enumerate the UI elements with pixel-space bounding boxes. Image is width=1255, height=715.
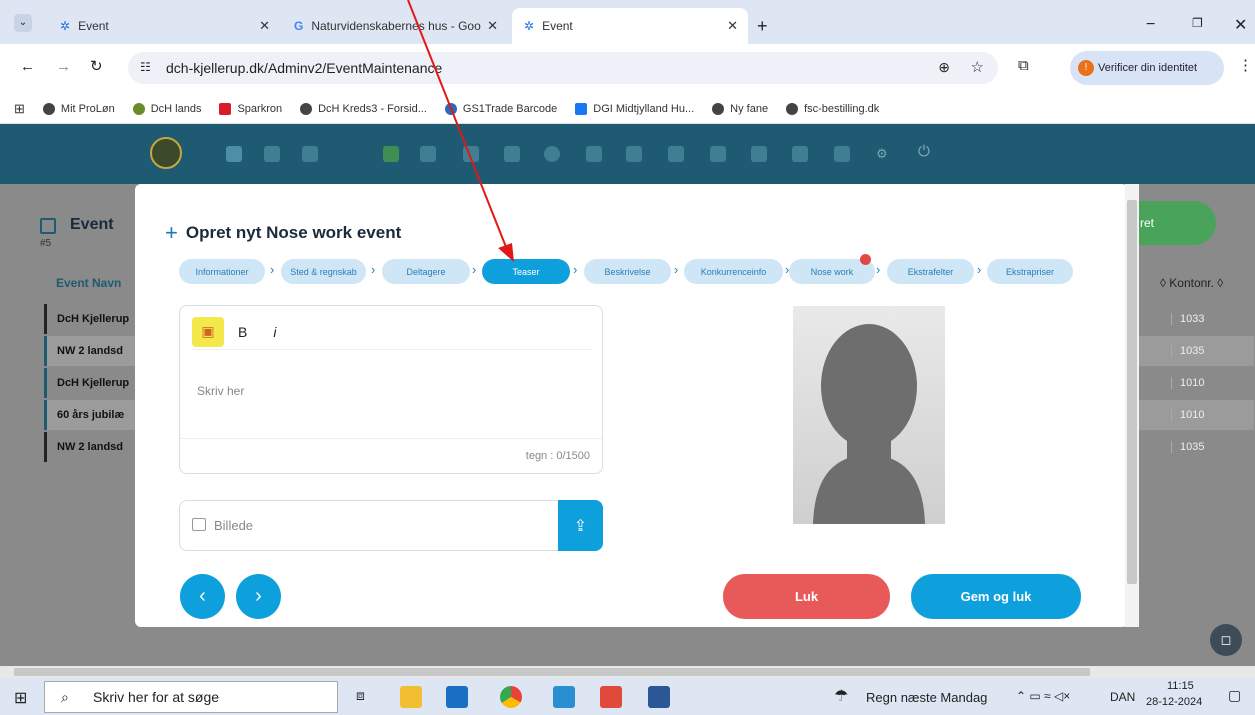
- weather-icon: ☂: [834, 688, 849, 705]
- app-icon[interactable]: [553, 686, 575, 708]
- windows-start-icon[interactable]: ⊞: [14, 688, 27, 708]
- file-explorer-icon[interactable]: [400, 686, 422, 708]
- horizontal-scrollbar[interactable]: [0, 666, 1255, 678]
- scrollbar-thumb[interactable]: [14, 668, 1090, 676]
- app-icon[interactable]: [600, 686, 622, 708]
- tray-icons[interactable]: ⌃ ▭ ≈ ◁×: [1016, 689, 1070, 703]
- language-indicator[interactable]: DAN: [1110, 690, 1135, 704]
- taskbar-search[interactable]: ⌕ Skriv her for at søge: [44, 681, 338, 713]
- windows-taskbar: ⊞ ⌕ Skriv her for at søge ⧈ ☂ Regn næste…: [0, 678, 1255, 715]
- notification-icon[interactable]: ▢: [1228, 687, 1241, 704]
- arrow-head: [498, 243, 514, 262]
- search-icon: ⌕: [61, 689, 69, 705]
- chrome-icon[interactable]: [500, 686, 522, 708]
- word-icon[interactable]: [648, 686, 670, 708]
- task-view-icon[interactable]: ⧈: [356, 687, 365, 704]
- arrow-line: [407, 0, 509, 253]
- weather-text[interactable]: Regn næste Mandag: [866, 690, 987, 705]
- clock-time[interactable]: 11:15: [1167, 680, 1194, 692]
- clock-date[interactable]: 28-12-2024: [1146, 696, 1202, 708]
- annotation-arrow: [407, 0, 514, 262]
- outlook-icon[interactable]: [446, 686, 468, 708]
